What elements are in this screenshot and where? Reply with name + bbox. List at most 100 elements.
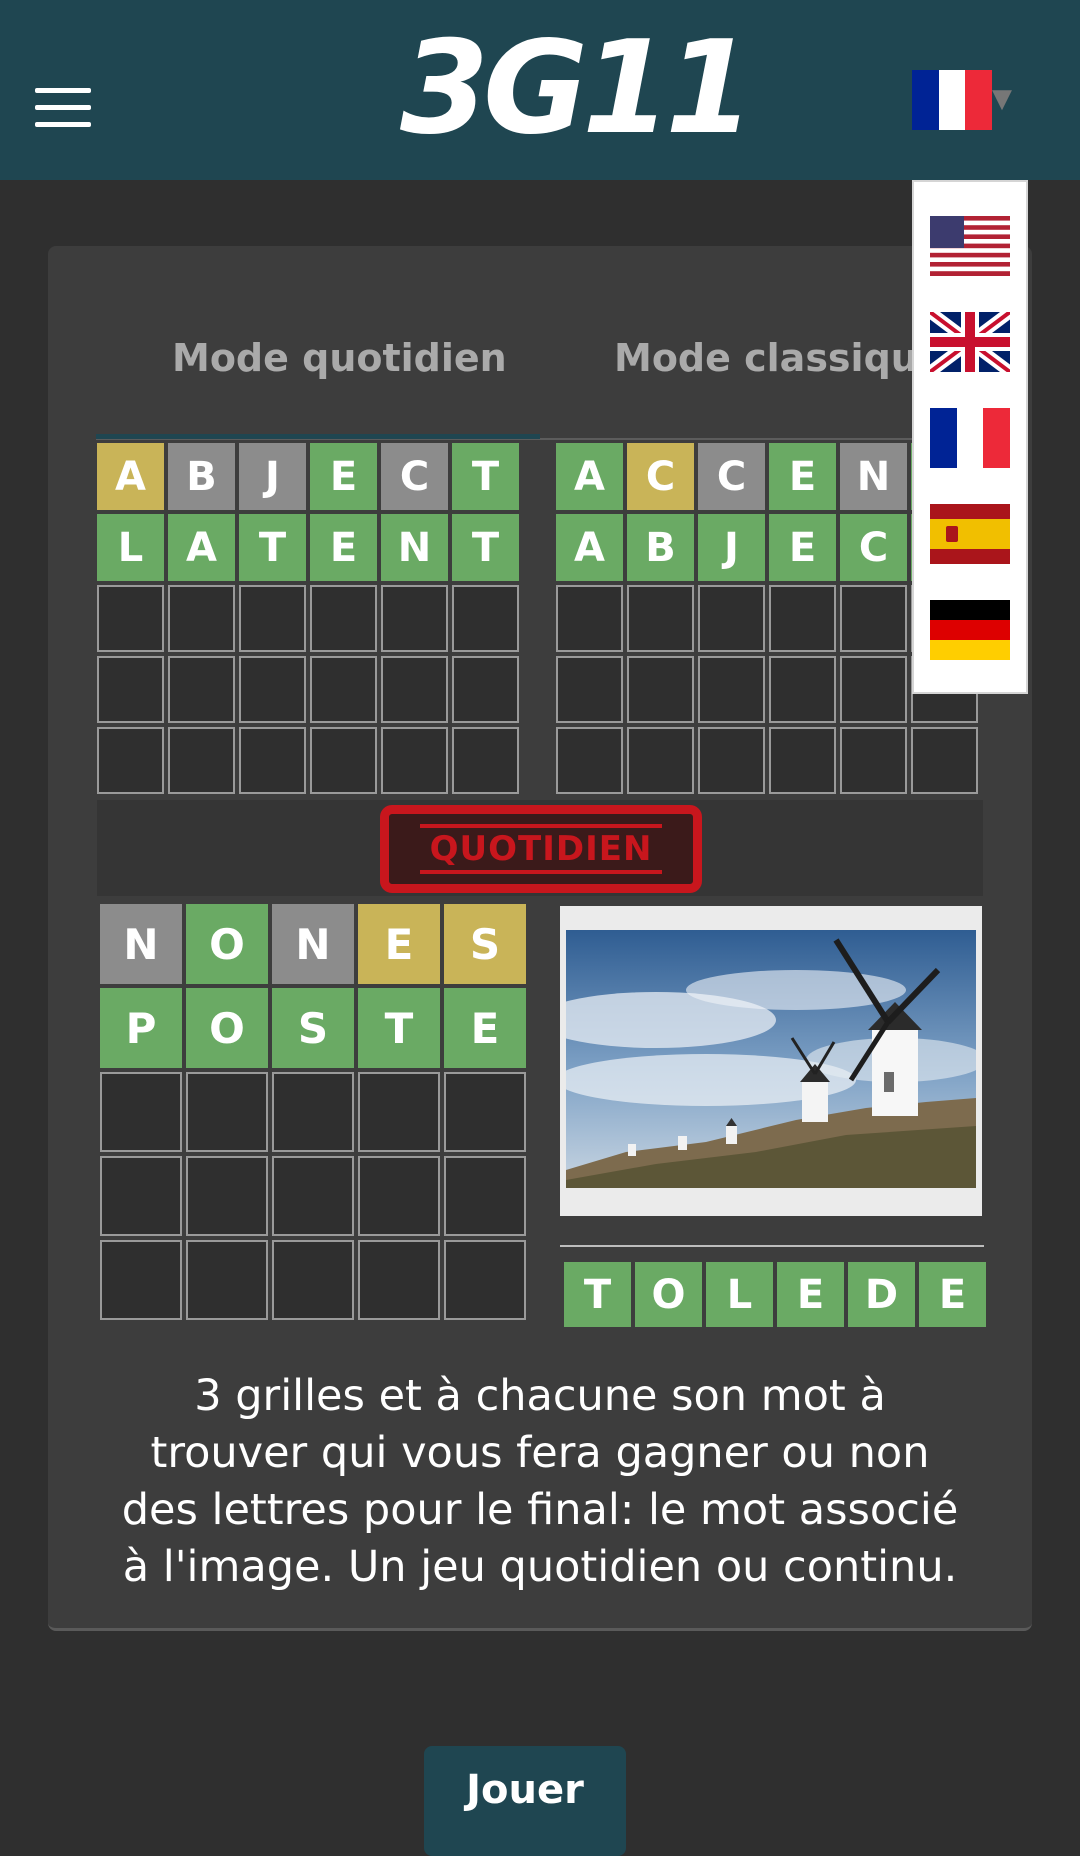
spain-flag-icon <box>930 504 1010 564</box>
grid-cell: E <box>769 514 836 581</box>
game-description: 3 grilles et à chacune son mot à trouver… <box>121 1371 959 1592</box>
grid-cell <box>97 585 164 652</box>
grid-cell: S <box>272 988 354 1068</box>
germany-flag-icon <box>930 600 1010 660</box>
france-flag-icon <box>912 70 993 130</box>
language-option-fr[interactable] <box>930 408 1010 468</box>
grid-cell: E <box>310 443 377 510</box>
grid-cell: C <box>627 443 694 510</box>
grid-cell <box>358 1072 440 1152</box>
uk-flag-icon <box>930 312 1010 372</box>
app-header: 3G11 ▼ <box>0 0 1080 180</box>
grid-cell <box>444 1156 526 1236</box>
grid-cell: A <box>168 514 235 581</box>
grid-cell: J <box>239 443 306 510</box>
final-letter-cell: L <box>706 1262 773 1327</box>
grid-cell: O <box>186 904 268 984</box>
grid-cell: T <box>452 514 519 581</box>
grid-cell <box>168 656 235 723</box>
grid-cell <box>698 727 765 794</box>
grid-cell <box>769 585 836 652</box>
grid-cell: P <box>100 988 182 1068</box>
grid-cell <box>627 727 694 794</box>
windmills-photo <box>566 930 976 1188</box>
grid-cell: J <box>698 514 765 581</box>
grid-cell <box>840 585 907 652</box>
grid-cell <box>358 1240 440 1320</box>
grid-cell <box>97 727 164 794</box>
grid-cell: E <box>444 988 526 1068</box>
grid-cell <box>310 727 377 794</box>
grid-cell: A <box>556 514 623 581</box>
language-dropdown <box>912 180 1028 694</box>
france-flag-icon <box>930 408 1010 468</box>
play-button[interactable]: Jouer <box>424 1746 626 1856</box>
app-logo: 3G11 <box>400 14 754 163</box>
grid-cell <box>186 1156 268 1236</box>
grid-cell <box>452 727 519 794</box>
word-grid-1: ABJECTLATENT <box>97 443 519 794</box>
word-grid-3: NONESPOSTE <box>100 904 526 1320</box>
language-option-de[interactable] <box>930 600 1010 660</box>
grid-cell <box>911 727 978 794</box>
daily-stamp: QUOTIDIEN <box>380 805 702 893</box>
hamburger-menu-icon[interactable] <box>35 88 91 128</box>
grid-cell: T <box>358 988 440 1068</box>
grid-cell <box>444 1072 526 1152</box>
grid-cell <box>556 656 623 723</box>
grid-cell <box>239 656 306 723</box>
tab-daily-mode[interactable]: Mode quotidien <box>172 336 507 380</box>
grid-cell: E <box>310 514 377 581</box>
grid-cell: A <box>97 443 164 510</box>
grid-cell <box>840 727 907 794</box>
grid-cell <box>627 656 694 723</box>
grid-cell <box>100 1156 182 1236</box>
grid-cell <box>381 727 448 794</box>
grid-cell: E <box>769 443 836 510</box>
grid-cell <box>310 656 377 723</box>
us-flag-icon <box>930 216 1010 276</box>
grid-cell: C <box>698 443 765 510</box>
grid-cell <box>100 1072 182 1152</box>
final-letter-cell: O <box>635 1262 702 1327</box>
language-option-gb[interactable] <box>930 312 1010 372</box>
clue-image <box>560 906 982 1216</box>
tab-classic-mode[interactable]: Mode classique <box>614 336 944 380</box>
final-letter-cell: D <box>848 1262 915 1327</box>
language-option-us[interactable] <box>930 216 1010 276</box>
grid-cell <box>698 585 765 652</box>
grid-cell: T <box>239 514 306 581</box>
grid-cell: N <box>840 443 907 510</box>
grid-cell <box>272 1240 354 1320</box>
final-divider <box>560 1245 984 1247</box>
stamp-label: QUOTIDIEN <box>419 824 663 874</box>
grid-cell <box>168 585 235 652</box>
grid-cell <box>239 727 306 794</box>
grid-cell <box>381 656 448 723</box>
caret-down-icon: ▼ <box>992 84 1012 114</box>
grid-cell <box>358 1156 440 1236</box>
active-tab-indicator <box>96 434 540 439</box>
grid-cell: T <box>452 443 519 510</box>
language-option-es[interactable] <box>930 504 1010 564</box>
grid-cell <box>840 656 907 723</box>
grid-cell: N <box>272 904 354 984</box>
grid-cell <box>444 1240 526 1320</box>
grid-cell <box>186 1240 268 1320</box>
final-letter-cell: E <box>777 1262 844 1327</box>
grid-cell <box>381 585 448 652</box>
grid-cell <box>556 727 623 794</box>
language-selector-button[interactable]: ▼ <box>912 70 1012 134</box>
grid-cell <box>556 585 623 652</box>
grid-cell <box>769 727 836 794</box>
grid-cell <box>452 656 519 723</box>
grid-cell <box>452 585 519 652</box>
final-word-row: TOLEDE <box>564 1262 986 1327</box>
grid-cell <box>97 656 164 723</box>
final-letter-cell: T <box>564 1262 631 1327</box>
grid-cell <box>168 727 235 794</box>
grid-cell: E <box>358 904 440 984</box>
grid-cell: C <box>840 514 907 581</box>
grid-cell: B <box>627 514 694 581</box>
grid-cell <box>310 585 377 652</box>
